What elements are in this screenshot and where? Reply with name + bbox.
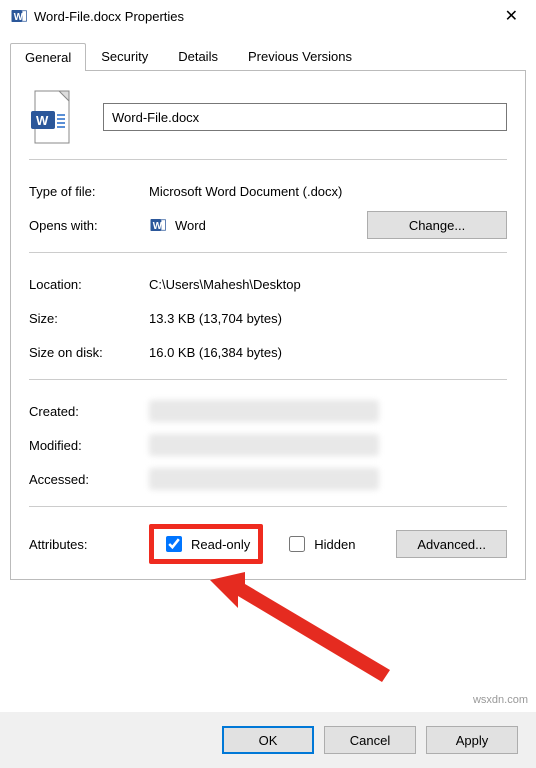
checkbox-readonly[interactable]: Read-only <box>162 533 250 555</box>
dialog-content: General Security Details Previous Versio… <box>0 32 536 590</box>
checkbox-readonly-label: Read-only <box>191 537 250 552</box>
checkbox-hidden-input[interactable] <box>289 536 305 552</box>
row-modified: Modified: <box>29 428 507 462</box>
word-app-icon: W <box>149 216 167 234</box>
value-opens-with: Word <box>175 218 206 233</box>
label-type-of-file: Type of file: <box>29 184 149 199</box>
close-icon[interactable]: ✕ <box>497 6 526 26</box>
value-location: C:\Users\Mahesh\Desktop <box>149 277 507 292</box>
watermark: wsxdn.com <box>473 694 528 706</box>
label-attributes: Attributes: <box>29 537 149 552</box>
row-location: Location: C:\Users\Mahesh\Desktop <box>29 267 507 301</box>
window-title: Word-File.docx Properties <box>34 9 497 24</box>
word-doc-icon: W <box>10 7 28 25</box>
row-size: Size: 13.3 KB (13,704 bytes) <box>29 301 507 335</box>
svg-text:W: W <box>153 221 163 232</box>
row-created: Created: <box>29 394 507 428</box>
row-type-of-file: Type of file: Microsoft Word Document (.… <box>29 174 507 208</box>
divider <box>29 159 507 160</box>
label-modified: Modified: <box>29 438 149 453</box>
tabstrip: General Security Details Previous Versio… <box>10 42 526 71</box>
svg-text:W: W <box>14 12 24 23</box>
file-row: W <box>29 89 507 145</box>
highlight-readonly: Read-only <box>149 524 263 564</box>
value-created-redacted <box>149 400 379 422</box>
divider <box>29 506 507 507</box>
word-file-icon: W <box>29 89 75 145</box>
label-size: Size: <box>29 311 149 326</box>
tab-details[interactable]: Details <box>163 42 233 70</box>
value-accessed-redacted <box>149 468 379 490</box>
checkbox-hidden[interactable]: Hidden <box>285 533 355 555</box>
change-button[interactable]: Change... <box>367 211 507 239</box>
panel-general: W Type of file: Microsoft Word Document … <box>10 71 526 580</box>
titlebar: W Word-File.docx Properties ✕ <box>0 0 536 32</box>
label-opens-with: Opens with: <box>29 218 149 233</box>
tab-security[interactable]: Security <box>86 42 163 70</box>
row-opens-with: Opens with: W Word Change... <box>29 208 507 242</box>
advanced-button[interactable]: Advanced... <box>396 530 507 558</box>
value-type-of-file: Microsoft Word Document (.docx) <box>149 184 507 199</box>
tab-previous-versions[interactable]: Previous Versions <box>233 42 367 70</box>
divider <box>29 252 507 253</box>
filename-input[interactable] <box>103 103 507 131</box>
cancel-button[interactable]: Cancel <box>324 726 416 754</box>
svg-text:W: W <box>36 113 49 128</box>
value-size: 13.3 KB (13,704 bytes) <box>149 311 507 326</box>
row-attributes: Attributes: Read-only Hidden Advan <box>29 521 507 567</box>
tab-general[interactable]: General <box>10 43 86 71</box>
checkbox-hidden-label: Hidden <box>314 537 355 552</box>
ok-button[interactable]: OK <box>222 726 314 754</box>
divider <box>29 379 507 380</box>
row-size-on-disk: Size on disk: 16.0 KB (16,384 bytes) <box>29 335 507 369</box>
label-location: Location: <box>29 277 149 292</box>
row-accessed: Accessed: <box>29 462 507 496</box>
label-accessed: Accessed: <box>29 472 149 487</box>
label-size-on-disk: Size on disk: <box>29 345 149 360</box>
apply-button[interactable]: Apply <box>426 726 518 754</box>
value-modified-redacted <box>149 434 379 456</box>
footer: OK Cancel Apply <box>0 712 536 768</box>
value-size-on-disk: 16.0 KB (16,384 bytes) <box>149 345 507 360</box>
checkbox-readonly-input[interactable] <box>166 536 182 552</box>
label-created: Created: <box>29 404 149 419</box>
